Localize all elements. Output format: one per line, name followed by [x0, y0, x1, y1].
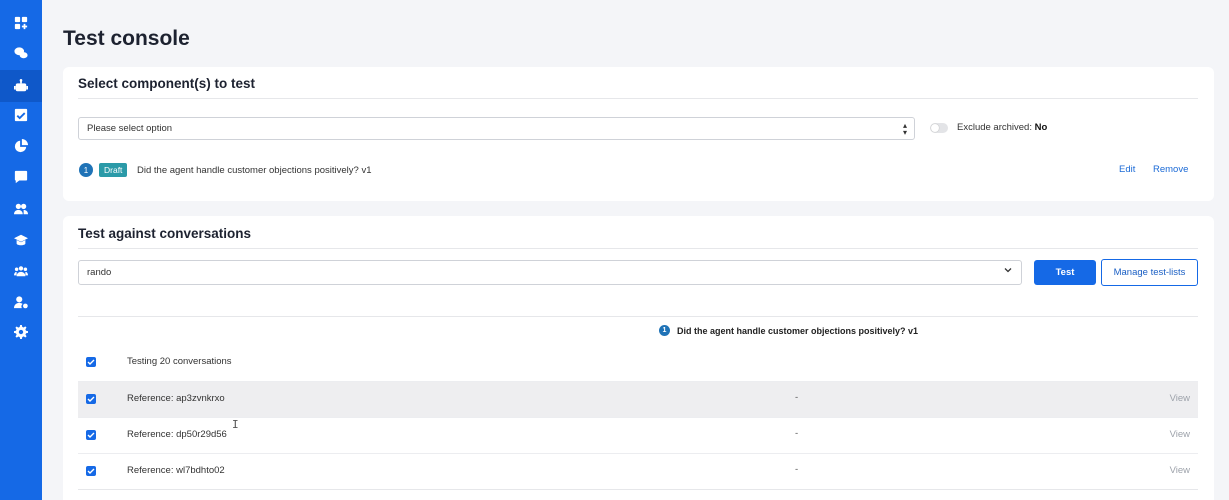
test-button[interactable]: Test — [1034, 260, 1096, 285]
exclude-archived-toggle[interactable] — [930, 123, 948, 133]
column-number-badge: 1 — [659, 325, 670, 336]
message-icon[interactable] — [12, 168, 30, 186]
component-select[interactable]: Please select option ▴ ▾ — [78, 117, 915, 140]
row-result: - — [795, 428, 799, 439]
team-icon[interactable] — [12, 262, 30, 280]
table-row: Reference: wl7bdhto02 - View — [78, 453, 1198, 489]
table-bottom-divider — [78, 489, 1198, 490]
component-number-badge: 1 — [79, 163, 93, 177]
pie-chart-icon[interactable] — [12, 137, 30, 155]
conversation-list-select[interactable]: rando — [78, 260, 1022, 285]
dashboard-add-icon[interactable] — [12, 14, 30, 32]
robot-icon[interactable] — [12, 77, 30, 95]
select-all-checkbox[interactable] — [86, 357, 96, 367]
table-row: Testing 20 conversations — [78, 345, 1198, 381]
graduation-cap-icon[interactable] — [12, 231, 30, 249]
users-icon[interactable] — [12, 200, 30, 218]
row-label: Testing 20 conversations — [127, 356, 232, 367]
view-link[interactable]: View — [1170, 429, 1190, 440]
selected-component-name: Did the agent handle customer objections… — [137, 165, 372, 176]
row-checkbox[interactable] — [86, 430, 96, 440]
row-result: - — [795, 464, 799, 475]
chevron-down-icon — [1004, 268, 1012, 273]
divider — [78, 98, 1198, 99]
table-top-divider — [78, 316, 1198, 317]
divider — [78, 248, 1198, 249]
sort-caret-icon: ▴ ▾ — [902, 121, 907, 137]
row-label: Reference: dp50r29d56 — [127, 429, 227, 440]
checkbox-icon[interactable] — [12, 106, 30, 124]
conversation-section-title: Test against conversations — [78, 226, 252, 241]
user-settings-icon[interactable] — [12, 293, 30, 311]
exclude-archived-value: No — [1034, 122, 1048, 133]
view-link[interactable]: View — [1170, 465, 1190, 476]
conversation-list-value: rando — [87, 267, 112, 278]
component-section-title: Select component(s) to test — [78, 76, 256, 91]
sidebar — [0, 0, 42, 500]
table-row: Reference: dp50r29d56 - View — [78, 417, 1198, 453]
manage-test-lists-button[interactable]: Manage test-lists — [1101, 259, 1198, 286]
row-checkbox[interactable] — [86, 466, 96, 476]
component-selection-card: Select component(s) to test Please selec… — [63, 67, 1214, 201]
page-title: Test console — [63, 27, 190, 50]
component-select-value: Please select option — [87, 123, 173, 134]
exclude-archived-label: Exclude archived: No — [957, 122, 1047, 133]
row-result: - — [795, 392, 799, 403]
row-label: Reference: wl7bdhto02 — [127, 465, 225, 476]
chat-bubbles-icon[interactable] — [12, 44, 30, 62]
draft-status-badge: Draft — [99, 163, 128, 177]
exclude-archived-text: Exclude archived: — [957, 122, 1032, 133]
row-label: Reference: ap3zvnkrxo — [127, 393, 225, 404]
table-row: Reference: ap3zvnkrxo - View — [78, 381, 1198, 417]
view-link[interactable]: View — [1170, 393, 1190, 404]
edit-link[interactable]: Edit — [1119, 164, 1135, 175]
results-column-title: Did the agent handle customer objections… — [677, 325, 919, 336]
conversation-test-card: Test against conversations rando Test Ma… — [63, 216, 1214, 500]
remove-link[interactable]: Remove — [1153, 164, 1188, 175]
text-cursor-icon: I — [232, 418, 239, 431]
row-checkbox[interactable] — [86, 394, 96, 404]
gear-icon[interactable] — [12, 323, 30, 341]
results-column-header: 1 Did the agent handle customer objectio… — [659, 325, 918, 336]
